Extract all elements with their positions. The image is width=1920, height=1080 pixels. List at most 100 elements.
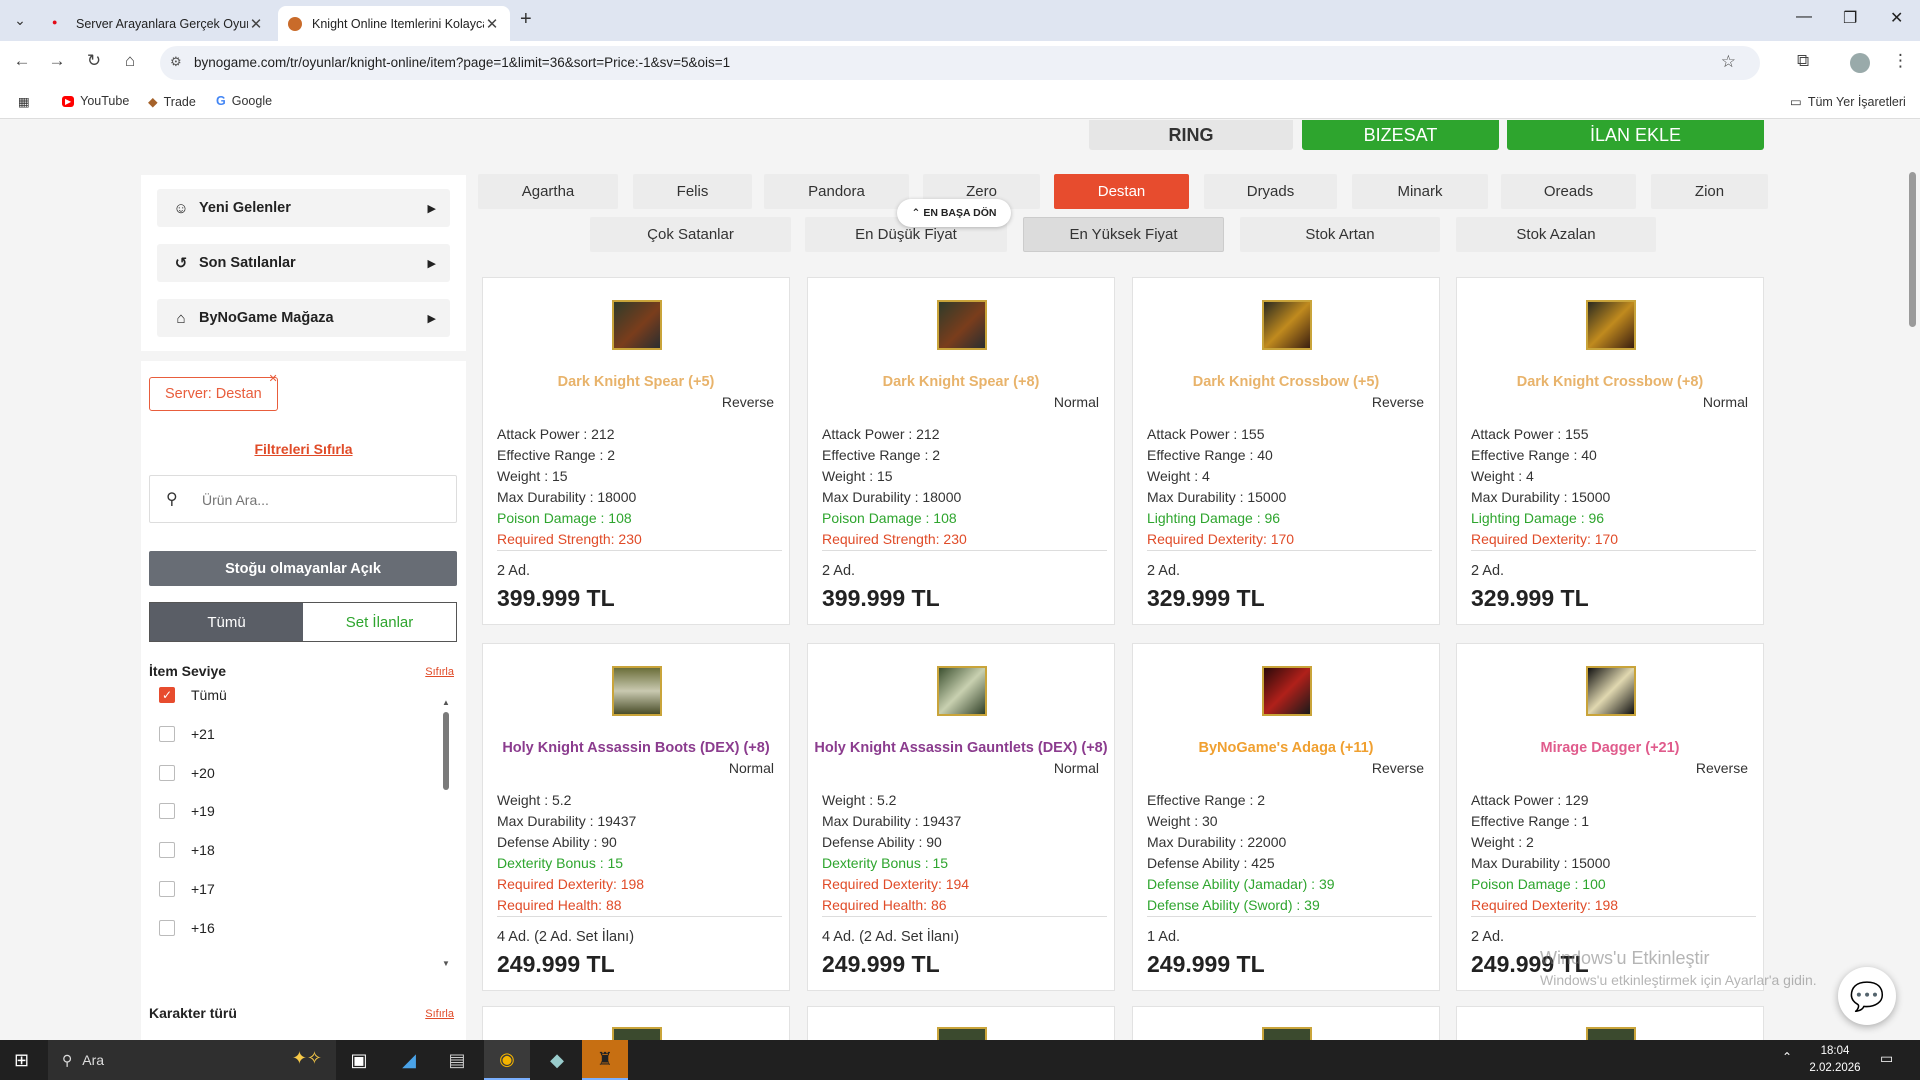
page-scrollbar[interactable] [1905,120,1920,1040]
back-icon[interactable]: ← [10,51,34,71]
server-filter-chip[interactable]: Server: Destan ✕ [149,373,278,411]
sort-highest-price-button[interactable]: En Yüksek Fiyat [1023,217,1224,252]
scroll-up-icon[interactable]: ▲ [442,698,450,707]
tray-chevron-up-icon[interactable]: ⌃ [1782,1050,1792,1064]
server-pandora-button[interactable]: Pandora [764,174,909,209]
item-name[interactable]: Holy Knight Assassin Boots (DEX) (+8) [483,740,789,756]
site-info-icon[interactable]: ⚙ [170,54,182,70]
notification-icon[interactable]: ▭ [1880,1050,1893,1067]
level-option-20[interactable]: +20 [159,765,215,781]
level-option-17[interactable]: +17 [159,881,215,897]
level-option-all[interactable]: ✓ Tümü [159,687,227,703]
close-tab-icon[interactable]: ✕ [484,15,500,33]
game-launcher-icon[interactable]: ♜ [582,1040,628,1080]
tab-server-arayanlara[interactable]: ● Server Arayanlara Gerçek Oyun ✕ [42,6,274,41]
close-window-icon[interactable]: ✕ [1890,8,1903,28]
level-option-21[interactable]: +21 [159,726,215,742]
back-to-top-button[interactable]: ⌃ EN BAŞA DÖN [897,199,1011,227]
product-card[interactable]: Dark Knight Spear (+5) Reverse Attack Powe… [482,277,790,625]
checkbox[interactable] [159,920,175,936]
product-card[interactable]: Mirage Dagger (+21) Reverse Attack Power :… [1456,643,1764,991]
item-thumbnail[interactable] [1586,300,1636,350]
checkbox[interactable] [159,726,175,742]
item-thumbnail[interactable] [1262,666,1312,716]
taskbar-search[interactable]: ⚲ Ara ✦✧ [48,1040,336,1080]
item-name[interactable]: ByNoGame's Adaga (+11) [1133,740,1439,756]
server-minark-button[interactable]: Minark [1352,174,1488,209]
item-name[interactable]: Dark Knight Crossbow (+5) [1133,374,1439,390]
app-icon[interactable]: ▤ [434,1040,480,1080]
item-thumbnail[interactable] [1262,300,1312,350]
checkbox[interactable] [159,842,175,858]
new-tab-button[interactable]: + [520,8,532,31]
bookmark-youtube[interactable]: ▶ YouTube [62,94,129,108]
toggle-all[interactable]: Tümü [150,603,303,641]
level-option-18[interactable]: +18 [159,842,215,858]
reload-icon[interactable]: ↻ [82,51,106,71]
page-scroll-thumb[interactable] [1909,172,1916,327]
minimize-icon[interactable]: — [1796,8,1812,26]
item-thumbnail[interactable] [612,666,662,716]
level-option-16[interactable]: +16 [159,920,215,936]
scroll-thumb[interactable] [443,712,449,790]
product-card[interactable]: Holy Knight Assassin Boots (DEX) (+8) Nor… [482,643,790,991]
checkbox[interactable] [159,765,175,781]
tab-list-icon[interactable]: ⌄ [8,8,32,32]
sidebar-item-bynogame-magaza[interactable]: ⌂ ByNoGame Mağaza ▶ [157,299,450,337]
product-card[interactable]: Dark Knight Crossbow (+5) Reverse Attack P… [1132,277,1440,625]
app-icon[interactable]: ◢ [386,1040,432,1080]
server-zion-button[interactable]: Zion [1651,174,1768,209]
item-name[interactable]: Mirage Dagger (+21) [1457,740,1763,756]
restore-icon[interactable]: ❐ [1843,8,1857,28]
address-bar[interactable]: ⚙ bynogame.com/tr/oyunlar/knight-online/… [160,46,1760,80]
item-thumbnail[interactable] [1586,666,1636,716]
bizesat-button[interactable]: BIZESAT [1302,120,1499,150]
item-name[interactable]: Dark Knight Spear (+5) [483,374,789,390]
windows-start-icon[interactable]: ⊞ [14,1050,29,1071]
search-input[interactable] [202,488,442,512]
checkbox[interactable] [159,803,175,819]
sidebar-item-son-satilanlar[interactable]: ↺ Son Satılanlar ▶ [157,244,450,282]
live-chat-button[interactable]: 💬 [1838,967,1896,1025]
bookmark-trade[interactable]: ◆ Trade [148,94,196,110]
level-list-scrollbar[interactable]: ▲ ▼ [441,698,451,968]
product-card[interactable]: Holy Knight Assassin Gauntlets (DEX) (+8… [807,643,1115,991]
product-card-partial[interactable] [1456,1006,1764,1040]
ilan-ekle-button[interactable]: İLAN EKLE [1507,120,1764,150]
product-card-partial[interactable] [807,1006,1115,1040]
tab-knight-online[interactable]: Knight Online Itemlerini Kolayca ✕ [278,6,510,41]
app-icon[interactable]: ◆ [534,1040,580,1080]
server-oreads-button[interactable]: Oreads [1501,174,1636,209]
product-card-partial[interactable] [1132,1006,1440,1040]
menu-icon[interactable]: ⋮ [1892,51,1909,71]
product-card[interactable]: Dark Knight Crossbow (+8) Normal Attack Po… [1456,277,1764,625]
bookmark-star-icon[interactable]: ☆ [1721,52,1736,72]
product-card[interactable]: ByNoGame's Adaga (+11) Reverse Effective R… [1132,643,1440,991]
task-view-icon[interactable]: ▣ [336,1040,382,1080]
product-card-partial[interactable] [482,1006,790,1040]
item-name[interactable]: Dark Knight Crossbow (+8) [1457,374,1763,390]
stock-toggle-button[interactable]: Stoğu olmayanlar Açık [149,551,457,586]
bookmark-google[interactable]: G Google [216,94,272,108]
home-icon[interactable]: ⌂ [118,51,142,71]
character-type-reset-link[interactable]: Sıfırla [425,1008,454,1020]
ring-button[interactable]: RING [1089,120,1293,150]
server-agartha-button[interactable]: Agartha [478,174,618,209]
taskbar-clock[interactable]: 18:04 2.02.2026 [1800,1043,1870,1077]
checkbox[interactable] [159,881,175,897]
item-thumbnail[interactable] [612,300,662,350]
apps-grid-icon[interactable]: ▦ [18,94,30,109]
chrome-icon[interactable]: ◉ [484,1040,530,1080]
server-destan-button[interactable]: Destan [1054,174,1189,209]
sort-stock-asc-button[interactable]: Stok Artan [1240,217,1440,252]
remove-chip-icon[interactable]: ✕ [269,372,278,385]
server-felis-button[interactable]: Felis [633,174,752,209]
sort-stock-desc-button[interactable]: Stok Azalan [1456,217,1656,252]
sort-best-sellers-button[interactable]: Çok Satanlar [590,217,791,252]
server-dryads-button[interactable]: Dryads [1204,174,1337,209]
profile-avatar[interactable] [1850,53,1870,73]
item-thumbnail[interactable] [937,300,987,350]
scroll-down-icon[interactable]: ▼ [442,959,450,968]
extensions-icon[interactable]: ⧉ [1797,51,1809,71]
reset-filters-link[interactable]: Filtreleri Sıfırla [141,441,466,457]
